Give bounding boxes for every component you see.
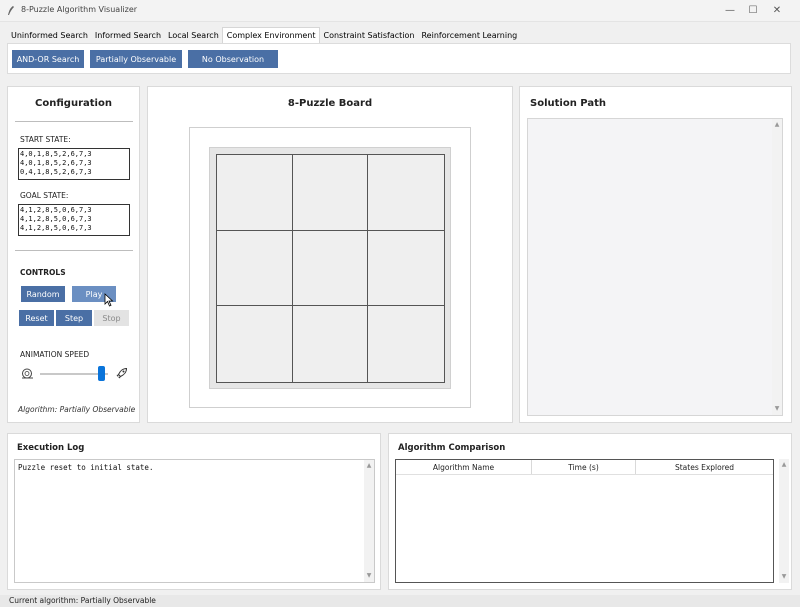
feather-icon	[8, 6, 14, 15]
snail-icon	[22, 368, 33, 379]
tab-reinforcement-learning[interactable]: Reinforcement Learning	[417, 29, 520, 43]
stop-button[interactable]: Stop	[94, 310, 129, 326]
scroll-up-icon[interactable]: ▲	[780, 461, 788, 469]
status-text: Current algorithm: Partially Observable	[9, 596, 156, 605]
board-title: 8-Puzzle Board	[287, 98, 373, 109]
puzzle-tile[interactable]	[217, 230, 293, 307]
goal-state-line: 4,1,2,8,5,0,6,7,3	[20, 224, 92, 233]
scroll-up-icon[interactable]: ▲	[773, 121, 781, 129]
title-bar: 8-Puzzle Algorithm Visualizer — ☐ ✕	[0, 0, 800, 22]
goal-state-input[interactable]: 4,1,2,8,5,0,6,7,3 4,1,2,8,5,0,6,7,3 4,1,…	[18, 204, 130, 236]
execution-log-title: Execution Log	[17, 443, 85, 453]
algorithm-comparison-title: Algorithm Comparison	[398, 443, 506, 453]
window-title: 8-Puzzle Algorithm Visualizer	[21, 5, 138, 14]
controls-label: CONTROLS	[20, 268, 66, 277]
tab-informed-search[interactable]: Informed Search	[91, 29, 164, 43]
configuration-panel: Configuration START STATE: 4,0,1,8,5,2,6…	[7, 86, 140, 423]
goal-state-label: GOAL STATE:	[20, 191, 69, 200]
column-header-time[interactable]: Time (s)	[532, 460, 636, 474]
rocket-icon	[116, 367, 128, 379]
algorithm-comparison-panel: Algorithm Comparison Algorithm Name Time…	[388, 433, 792, 590]
divider	[15, 121, 133, 122]
speed-slider-thumb[interactable]	[97, 366, 105, 381]
puzzle-grid	[216, 154, 445, 383]
column-header-algorithm-name[interactable]: Algorithm Name	[396, 460, 532, 474]
reset-button[interactable]: Reset	[19, 310, 54, 326]
tab-constraint-satisfaction[interactable]: Constraint Satisfaction	[320, 29, 418, 43]
solution-path-list[interactable]: ▲ ▼	[527, 118, 783, 416]
column-header-states-explored[interactable]: States Explored	[636, 460, 773, 474]
board-container	[189, 127, 471, 408]
tab-panel: AND-OR Search Partially Observable No Ob…	[7, 43, 791, 74]
and-or-search-button[interactable]: AND-OR Search	[12, 50, 84, 68]
partially-observable-button[interactable]: Partially Observable	[90, 50, 182, 68]
scroll-down-icon[interactable]: ▼	[365, 572, 373, 580]
start-state-line: 0,4,1,8,5,2,6,7,3	[20, 168, 92, 177]
solution-path-panel: Solution Path ▲ ▼	[519, 86, 792, 423]
tab-complex-environment[interactable]: Complex Environment	[221, 27, 320, 43]
status-bar: Current algorithm: Partially Observable	[0, 595, 800, 607]
start-state-label: START STATE:	[20, 135, 71, 144]
random-button[interactable]: Random	[21, 286, 65, 302]
puzzle-tile[interactable]	[368, 230, 444, 307]
step-button[interactable]: Step	[56, 310, 92, 326]
execution-log-panel: Execution Log Puzzle reset to initial st…	[7, 433, 381, 590]
no-observation-button[interactable]: No Observation	[188, 50, 278, 68]
puzzle-board-panel: 8-Puzzle Board	[147, 86, 513, 423]
puzzle-tile[interactable]	[292, 306, 369, 382]
solution-path-title: Solution Path	[530, 98, 607, 109]
comparison-scrollbar[interactable]: ▲ ▼	[779, 459, 789, 583]
start-state-line: 4,0,1,8,5,2,6,7,3	[20, 150, 92, 158]
tab-local-search[interactable]: Local Search	[164, 29, 222, 43]
divider	[15, 250, 133, 251]
scroll-up-icon[interactable]: ▲	[365, 462, 373, 470]
start-state-line: 4,0,1,8,5,2,6,7,3	[20, 159, 92, 168]
puzzle-tile[interactable]	[292, 155, 369, 231]
scroll-down-icon[interactable]: ▼	[780, 573, 788, 581]
tab-uninformed-search[interactable]: Uninformed Search	[7, 29, 91, 43]
log-scrollbar[interactable]: ▲ ▼	[364, 460, 374, 582]
puzzle-tile[interactable]	[368, 306, 444, 382]
close-icon: ✕	[772, 4, 782, 16]
puzzle-tile[interactable]	[217, 306, 293, 382]
board-frame	[209, 147, 451, 389]
comparison-table-header: Algorithm Name Time (s) States Explored	[396, 460, 773, 475]
algorithm-label: Algorithm: Partially Observable	[18, 405, 136, 414]
goal-state-line: 4,1,2,8,5,0,6,7,3	[20, 215, 92, 224]
solution-scrollbar[interactable]: ▲ ▼	[772, 119, 782, 415]
puzzle-tile[interactable]	[217, 155, 293, 231]
goal-state-line: 4,1,2,8,5,0,6,7,3	[20, 206, 92, 214]
configuration-title: Configuration	[35, 98, 112, 109]
puzzle-tile[interactable]	[292, 230, 369, 307]
execution-log-text[interactable]: Puzzle reset to initial state. ▲ ▼	[14, 459, 375, 583]
mouse-cursor-icon	[104, 293, 114, 307]
comparison-table[interactable]: Algorithm Name Time (s) States Explored	[395, 459, 774, 583]
tab-bar: Uninformed Search Informed Search Local …	[7, 27, 520, 43]
close-button[interactable]: ✕	[754, 0, 800, 20]
puzzle-tile[interactable]	[368, 155, 444, 231]
log-line: Puzzle reset to initial state.	[18, 463, 154, 472]
animation-speed-label: ANIMATION SPEED	[20, 350, 90, 359]
scroll-down-icon[interactable]: ▼	[773, 405, 781, 413]
start-state-input[interactable]: 4,0,1,8,5,2,6,7,3 4,0,1,8,5,2,6,7,3 0,4,…	[18, 148, 130, 180]
